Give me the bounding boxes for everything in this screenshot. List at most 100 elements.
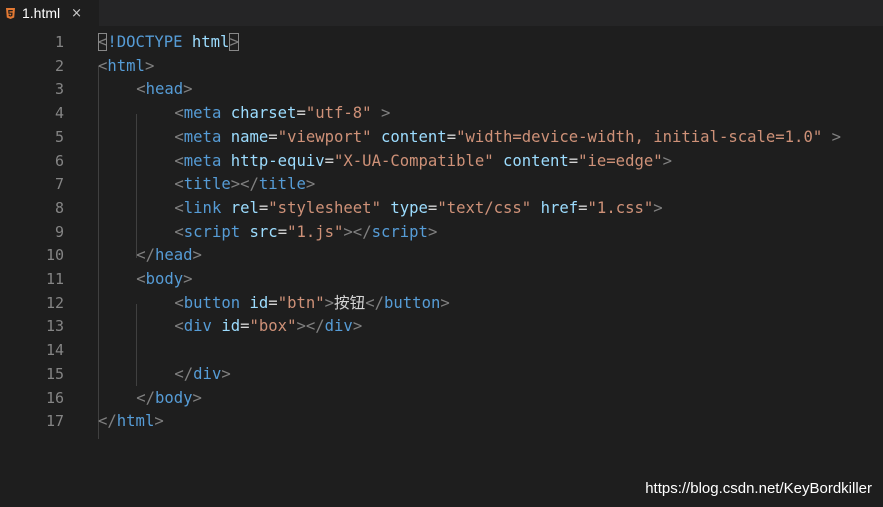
code-text: <meta charset="utf-8" > <box>174 101 390 125</box>
code-line[interactable]: 1 <!DOCTYPE html> <box>0 30 883 54</box>
code-line[interactable]: 9 <script src="1.js"></script> <box>0 220 883 244</box>
code-token: > <box>662 151 673 170</box>
code-token: link <box>183 198 222 217</box>
code-token: </ <box>136 246 155 265</box>
code-token: "1.js" <box>287 222 344 241</box>
code-token: </ <box>365 293 385 312</box>
line-number: 4 <box>54 104 64 123</box>
code-token: http-equiv <box>221 151 325 170</box>
code-token: < <box>98 56 108 75</box>
code-token: = <box>324 151 335 170</box>
code-token: src <box>240 222 278 241</box>
code-line[interactable]: 8 <link rel="stylesheet" type="text/css" … <box>0 196 883 220</box>
tab-1-html[interactable]: 1.html × <box>0 0 99 26</box>
code-token: < <box>174 198 184 217</box>
code-line[interactable]: 13 <div id="box"></div> <box>0 314 883 338</box>
code-token: = <box>240 317 250 336</box>
code-token: rel <box>221 198 259 217</box>
code-token: html <box>182 33 230 51</box>
code-line[interactable]: 5 <meta name="viewport" content="width=de… <box>0 125 883 149</box>
close-icon[interactable]: × <box>71 6 82 21</box>
code-token: = <box>578 198 588 217</box>
code-token: > <box>183 270 193 288</box>
code-token: > <box>144 56 155 75</box>
code-token: meta <box>183 104 222 123</box>
code-token: ></ <box>296 317 325 336</box>
code-token: > <box>229 33 239 51</box>
code-text: </head> <box>136 243 202 267</box>
code-token: meta <box>183 151 222 170</box>
code-token: script <box>371 222 428 241</box>
code-text: </html> <box>98 409 164 433</box>
code-token: < <box>98 33 108 51</box>
code-token: < <box>136 270 146 288</box>
code-token: button <box>384 293 441 312</box>
line-number: 5 <box>54 127 64 146</box>
code-line[interactable]: 10 </head> <box>0 243 883 267</box>
code-token: < <box>174 151 184 170</box>
code-text: </div> <box>174 362 230 386</box>
code-token: > <box>305 175 316 194</box>
code-token: body <box>154 388 193 407</box>
code-token: = <box>268 293 278 312</box>
code-line[interactable]: 12 <button id="btn">按钮</button> <box>0 291 883 315</box>
code-text: <div id="box"></div> <box>174 314 362 338</box>
code-token: content <box>493 151 569 170</box>
line-number: 17 <box>45 412 64 431</box>
code-token: > <box>653 198 663 217</box>
code-line[interactable]: 6 <meta http-equiv="X-UA-Compatible" cont… <box>0 149 883 173</box>
code-token: "btn" <box>277 293 325 312</box>
code-token: = <box>268 127 278 146</box>
code-token: = <box>277 222 288 241</box>
code-token: "viewport" <box>277 127 372 146</box>
code-text: <meta http-equiv="X-UA-Compatible" conte… <box>174 149 672 173</box>
line-number: 3 <box>54 80 64 99</box>
code-token: head <box>154 246 193 265</box>
code-token: script <box>183 222 241 241</box>
code-line[interactable]: 17 </html> <box>0 409 883 433</box>
code-token: title <box>183 175 231 194</box>
code-token: </ <box>174 364 194 383</box>
code-token: id <box>240 293 269 312</box>
code-token: div <box>324 317 353 336</box>
code-token: "width=device-width, initial-scale=1.0" <box>456 127 823 146</box>
code-token: > <box>192 246 202 265</box>
line-number: 7 <box>54 175 64 194</box>
code-token: < <box>174 175 184 194</box>
code-token: !DOCTYPE <box>107 33 183 51</box>
line-number: 14 <box>45 341 64 360</box>
code-token: < <box>174 127 184 146</box>
code-token: = <box>296 104 306 123</box>
code-text: <link rel="stylesheet" type="text/css" h… <box>174 196 662 220</box>
code-line[interactable]: 14 <box>0 338 883 362</box>
line-number: 15 <box>45 364 64 383</box>
code-token: ></ <box>343 222 372 241</box>
code-line[interactable]: 16 </body> <box>0 386 883 410</box>
line-number: 1 <box>54 33 64 51</box>
code-token: "utf-8" <box>305 104 372 123</box>
code-line[interactable]: 15 </div> <box>0 362 883 386</box>
code-token: div <box>183 317 212 336</box>
code-token: </ <box>136 388 155 407</box>
code-line[interactable]: 4 <meta charset="utf-8" > <box>0 101 883 125</box>
code-token: = <box>427 198 438 217</box>
code-token: title <box>258 175 306 194</box>
code-line[interactable]: 3 <head> <box>0 77 883 101</box>
line-number: 9 <box>54 222 64 241</box>
tab-bar: 1.html × <box>0 0 883 26</box>
code-token: </ <box>98 412 117 431</box>
code-token: type <box>380 198 428 217</box>
code-line[interactable]: 11 <body> <box>0 267 883 291</box>
code-line[interactable]: 2 <html> <box>0 54 883 78</box>
code-text: <meta name="viewport" content="width=dev… <box>174 125 841 149</box>
line-number: 8 <box>54 198 64 217</box>
code-token: charset <box>221 104 297 123</box>
code-editor[interactable]: 1 <!DOCTYPE html> 2 <html> 3 <head> 4 <meta cha… <box>0 30 883 507</box>
code-line[interactable]: 7 <title></title> <box>0 172 883 196</box>
code-token: head <box>145 80 184 99</box>
code-text: <body> <box>136 267 192 291</box>
code-token: "X-UA-Compatible" <box>334 151 494 170</box>
code-token: button <box>183 293 241 312</box>
code-token: < <box>174 104 184 123</box>
code-token: > <box>183 80 193 99</box>
